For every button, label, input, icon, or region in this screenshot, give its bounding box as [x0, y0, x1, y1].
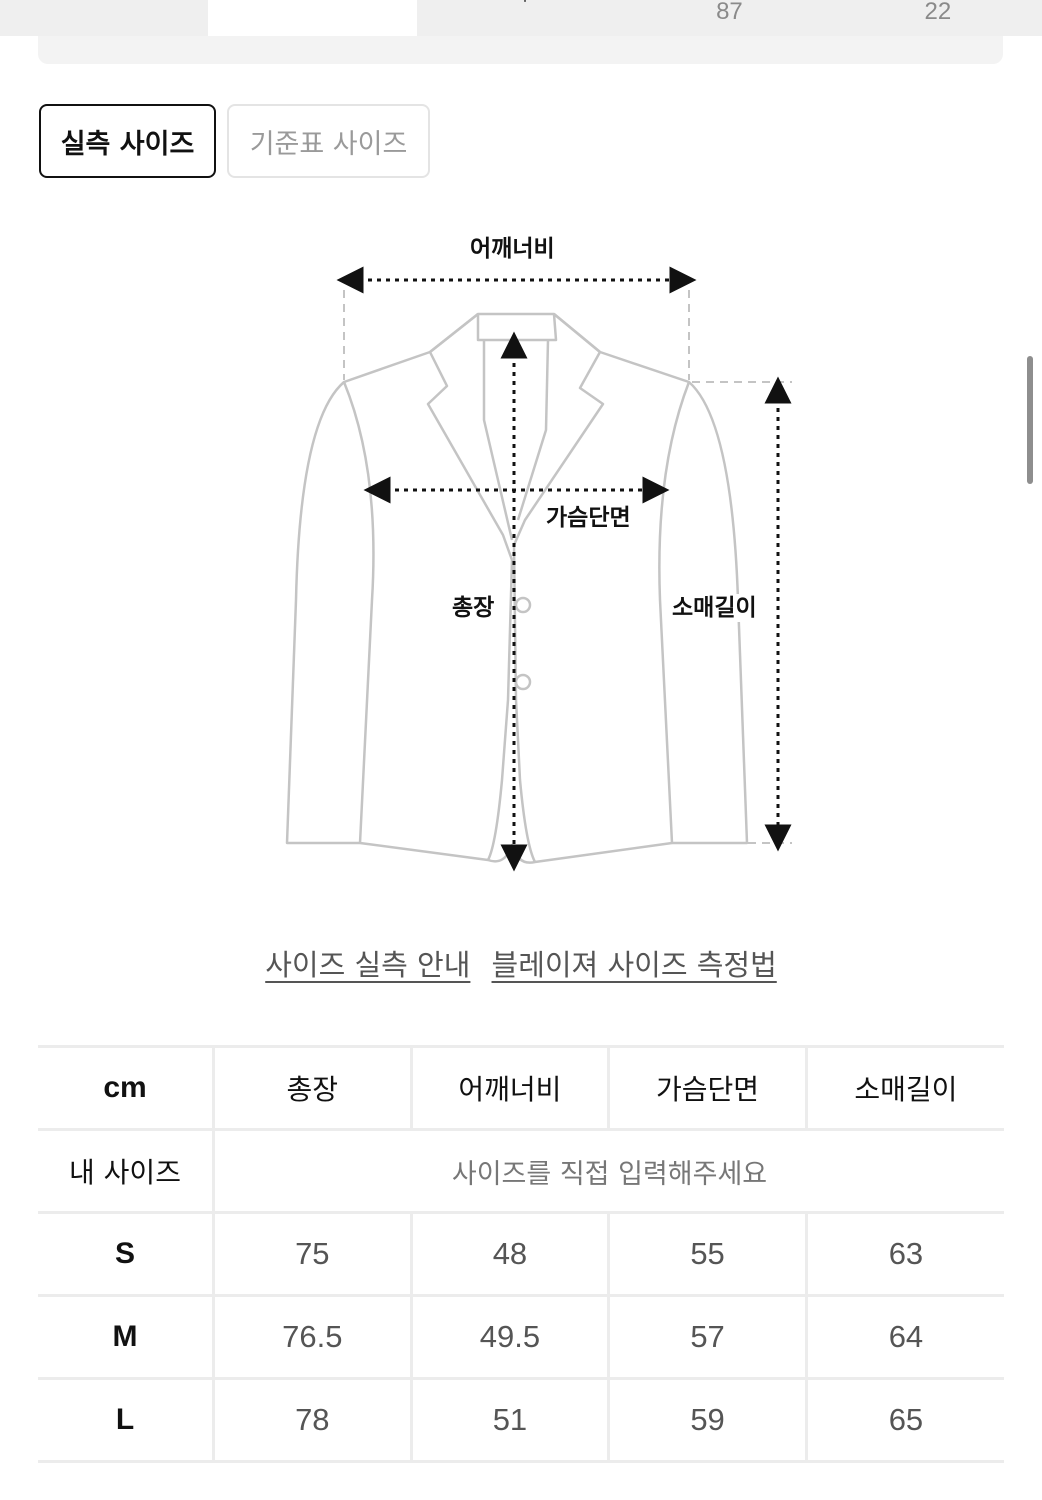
top-selector: ⌒ • • ╵ ⌐ 87 22: [0, 0, 1042, 36]
table-cell: 63: [804, 1211, 1004, 1297]
unit-header: cm: [38, 1045, 214, 1131]
table-cell: 76.5: [212, 1294, 412, 1380]
my-size-label: 내 사이즈: [38, 1128, 214, 1214]
size-label: L: [38, 1377, 214, 1463]
label-sleeve-length: 소매길이: [672, 594, 757, 622]
table-header-row: cm 총장 어깨너비 가슴단면 소매길이: [38, 1045, 1004, 1131]
table-cell: 57: [607, 1294, 807, 1380]
label-total-length: 총장: [452, 594, 495, 622]
tab-actual-size[interactable]: 실측 사이즈: [39, 104, 216, 178]
label-chest-width: 가슴단면: [546, 504, 631, 532]
top-cell[interactable]: ⌒: [0, 0, 209, 36]
top-cell-value: 87: [716, 0, 743, 25]
table-cell: 59: [607, 1377, 807, 1463]
blazer-measure-link[interactable]: 블레이져 사이즈 측정법: [492, 948, 777, 982]
size-label: S: [38, 1211, 214, 1297]
table-cell: 64: [804, 1294, 1004, 1380]
table-cell: 48: [409, 1211, 609, 1297]
blazer-measurement-diagram: 어깨너비 가슴단면 총장 소매길이: [0, 190, 1042, 910]
top-cell-active[interactable]: • •: [208, 0, 417, 36]
size-label: M: [38, 1294, 214, 1380]
top-cell[interactable]: 22: [833, 0, 1042, 36]
column-header: 총장: [212, 1045, 412, 1131]
blazer-illustration: [285, 266, 792, 872]
table-cell: 65: [804, 1377, 1004, 1463]
table-cell: 55: [607, 1211, 807, 1297]
label-shoulder-width: 어깨너비: [470, 235, 555, 263]
top-cell[interactable]: 87: [625, 0, 834, 36]
column-header: 소매길이: [804, 1045, 1004, 1131]
size-table: cm 총장 어깨너비 가슴단면 소매길이 내 사이즈 사이즈를 직접 입력해주세…: [38, 1045, 1004, 1463]
table-row: M 76.5 49.5 57 64: [38, 1294, 1004, 1380]
size-guide-link[interactable]: 사이즈 실측 안내: [265, 948, 470, 982]
table-cell: 51: [409, 1377, 609, 1463]
my-size-input[interactable]: 사이즈를 직접 입력해주세요: [212, 1128, 1004, 1214]
column-header: 어깨너비: [409, 1045, 609, 1131]
top-cell-value: 22: [924, 0, 952, 25]
table-row: S 75 48 55 63: [38, 1211, 1004, 1297]
table-row: L 78 51 59 65: [38, 1377, 1004, 1463]
table-cell: 49.5: [409, 1294, 609, 1380]
tab-standard-size[interactable]: 기준표 사이즈: [227, 104, 430, 178]
top-cell[interactable]: ╵ ⌐: [416, 0, 626, 36]
guide-links: 사이즈 실측 안내 블레이져 사이즈 측정법: [0, 942, 1042, 984]
my-size-row: 내 사이즈 사이즈를 직접 입력해주세요: [38, 1128, 1004, 1214]
column-header: 가슴단면: [607, 1045, 807, 1131]
scrollbar[interactable]: [1027, 356, 1033, 484]
table-cell: 78: [212, 1377, 412, 1463]
table-cell: 75: [212, 1211, 412, 1297]
